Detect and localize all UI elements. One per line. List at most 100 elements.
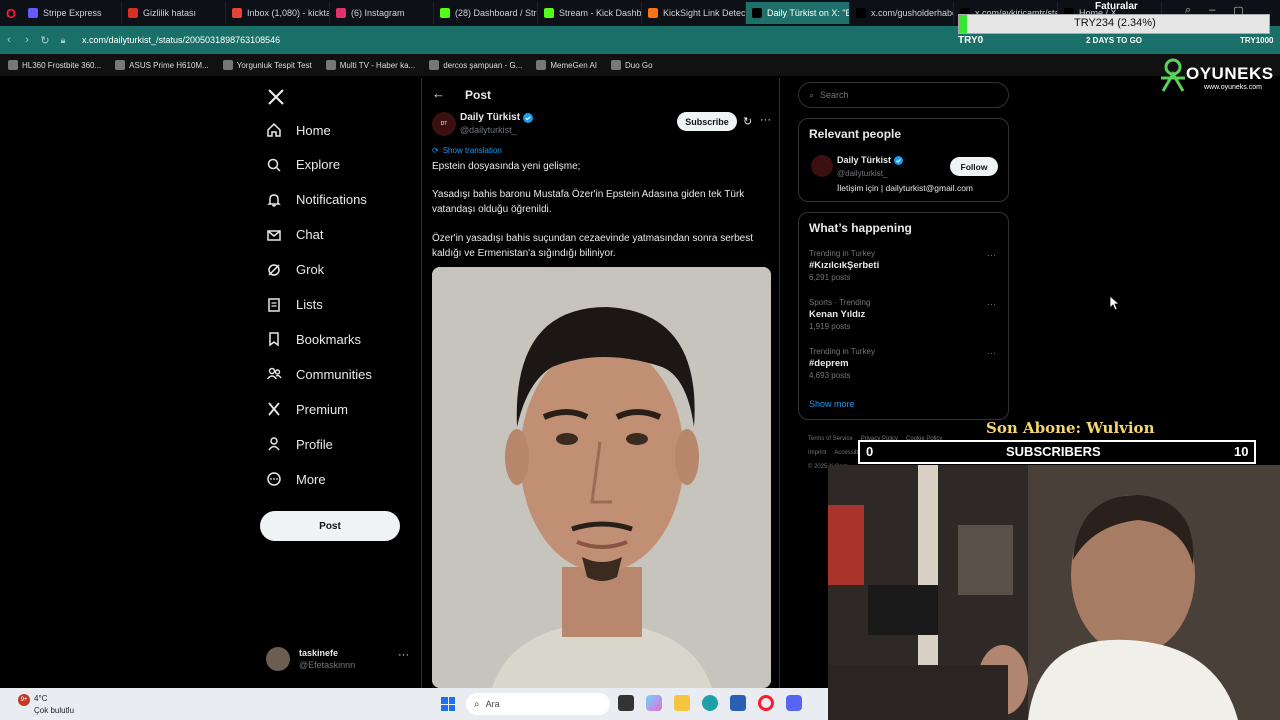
tab-favicon-icon	[856, 8, 866, 18]
goal-min-label: TRY0	[958, 35, 984, 46]
portrait-photo	[432, 267, 771, 688]
footer-link[interactable]: Terms of Service	[808, 432, 853, 446]
bookmark-item[interactable]: Yorgunluk Tespit Test	[222, 60, 312, 70]
goal-max-label: TRY1000	[1240, 36, 1274, 45]
browser-tab[interactable]: Stream - Kick Dashbo	[538, 2, 642, 24]
rp-name-row[interactable]: Daily Türkist	[837, 155, 904, 165]
start-button[interactable]	[441, 697, 455, 711]
browser-tab[interactable]: Stripe Express	[22, 2, 122, 24]
nav-item-explore[interactable]: Explore	[266, 157, 340, 173]
forward-icon[interactable]: ›	[18, 34, 36, 46]
nav-item-communities[interactable]: Communities	[266, 366, 372, 382]
copilot-icon[interactable]	[646, 695, 662, 711]
author-name-row[interactable]: Daily Türkist	[460, 112, 534, 123]
nav-item-grok[interactable]: Grok	[266, 262, 324, 278]
trend-count: 4,693 posts	[809, 371, 851, 380]
verified-badge-icon	[523, 112, 534, 123]
browser-tab[interactable]: Daily Türkist on X: "Epste	[746, 2, 850, 24]
webcam-feed	[828, 465, 1280, 720]
nav-item-label: Premium	[296, 401, 349, 417]
trend-item[interactable]: Trending in Turkey #deprem 4,693 posts	[809, 347, 875, 380]
browser-tab[interactable]: KickSight Link Detect	[642, 2, 746, 24]
nav-item-home[interactable]: Home	[266, 122, 331, 138]
weather-desc: Çok bulutlu	[34, 706, 75, 715]
post-image[interactable]	[432, 267, 771, 688]
bookmark-item[interactable]: MemeGen AI	[536, 60, 597, 70]
translate-label: Show translation	[442, 146, 502, 155]
grok-explain-icon[interactable]: ↻	[743, 115, 752, 128]
x-logo-icon[interactable]	[267, 88, 285, 106]
weather-icon: 9+	[18, 694, 30, 706]
nav-item-label: Communities	[296, 366, 372, 382]
task-view-icon[interactable]	[618, 695, 634, 711]
account-switcher[interactable]: taskinefe @Efetaskinnn ···	[266, 645, 416, 675]
bookmark-favicon-icon	[115, 60, 126, 70]
show-more-link[interactable]: Show more	[809, 399, 855, 409]
browser-tab[interactable]: Inbox (1,080) - kickta	[226, 2, 330, 24]
search-icon: ⌕	[474, 698, 480, 710]
url-field[interactable]: x.com/dailyturkist_/status/2005031898763…	[82, 35, 280, 45]
tab-label: x.com/gusholderhabe	[871, 8, 954, 18]
discord-icon[interactable]	[786, 695, 802, 711]
post-text-para-3: Özer'in yasadışı bahis suçundan cezaevin…	[432, 233, 753, 259]
bookmark-item[interactable]: dercos şampuan - G...	[429, 60, 522, 70]
edge-icon[interactable]	[702, 695, 718, 711]
tab-favicon-icon	[440, 8, 450, 18]
account-name: taskinefe	[299, 648, 339, 658]
nav-item-bookmarks[interactable]: Bookmarks	[266, 331, 361, 347]
subscribe-button[interactable]: Subscribe	[677, 112, 737, 131]
tab-favicon-icon	[336, 8, 346, 18]
file-explorer-icon[interactable]	[674, 695, 690, 711]
nav-item-lists[interactable]: Lists	[266, 297, 323, 313]
bookmark-item[interactable]: Duo Go	[611, 60, 653, 70]
translate-link[interactable]: ⟳ Show translation	[432, 146, 502, 155]
trend-item[interactable]: Trending in Turkey #KızılcıkŞerbeti 6,291 …	[809, 249, 879, 282]
opera-icon[interactable]	[758, 695, 774, 711]
search-input[interactable]: ⌕ Search	[798, 82, 1009, 108]
rp-handle: @dailyturkist_	[837, 169, 888, 178]
nav-item-premium[interactable]: Premium	[266, 401, 348, 417]
opera-logo-icon[interactable]: O	[0, 2, 22, 24]
mouse-cursor-icon	[1110, 296, 1120, 310]
bookmark-label: Duo Go	[625, 60, 653, 70]
verified-badge-icon	[894, 155, 904, 165]
account-handle: @Efetaskinnn	[299, 660, 356, 670]
bookmark-favicon-icon	[536, 60, 547, 70]
nav-item-notifications[interactable]: Notifications	[266, 192, 367, 208]
bookmark-item[interactable]: HL360 Frostbite 360...	[8, 60, 101, 70]
post-more-icon[interactable]: ···	[760, 114, 771, 126]
reload-icon[interactable]: ↻	[36, 34, 54, 47]
nav-item-chat[interactable]: Chat	[266, 227, 323, 243]
browser-tab[interactable]: x.com/gusholderhabe	[850, 2, 954, 24]
browser-tab[interactable]: Gizlilik hatası	[122, 2, 226, 24]
nav-item-profile[interactable]: Profile	[266, 436, 333, 452]
taskbar-search[interactable]: ⌕ Ara	[466, 693, 610, 715]
bookmark-item[interactable]: Multi TV - Haber ka...	[325, 60, 415, 70]
browser-tab[interactable]: (28) Dashboard / Stre	[434, 2, 538, 24]
trend-name: Kenan Yıldız	[809, 309, 866, 320]
post-button[interactable]: Post	[260, 511, 400, 541]
rp-avatar[interactable]	[811, 155, 833, 177]
nav-item-more[interactable]: More	[266, 471, 326, 487]
tab-label: Inbox (1,080) - kickta	[247, 8, 330, 18]
tab-label: Stream - Kick Dashbo	[559, 8, 642, 18]
bookmark-label: HL360 Frostbite 360...	[22, 60, 102, 70]
bookmark-item[interactable]: ASUS Prime H610M...	[115, 60, 209, 70]
footer-link[interactable]: Imprint	[808, 446, 826, 460]
weather-widget[interactable]: 9+ 4°C Çok bulutlu	[18, 692, 108, 718]
trend-more-icon[interactable]: ···	[987, 299, 996, 309]
back-arrow-icon[interactable]: ←	[432, 86, 445, 101]
browser-tab[interactable]: (6) Instagram	[330, 2, 434, 24]
trend-context: Sports · Trending	[809, 298, 871, 307]
back-icon[interactable]: ‹	[0, 34, 18, 46]
store-icon[interactable]	[730, 695, 746, 711]
rp-bio: İletişim için | dailyturkist@gmail.com	[837, 183, 974, 193]
author-avatar[interactable]: DT	[432, 112, 456, 136]
trend-more-icon[interactable]: ···	[987, 348, 996, 358]
bookmark-label: ASUS Prime H610M...	[129, 60, 209, 70]
trend-more-icon[interactable]: ···	[987, 250, 996, 260]
trend-item[interactable]: Sports · Trending Kenan Yıldız 1,919 posts	[809, 298, 870, 331]
account-more-icon[interactable]: ···	[398, 649, 409, 661]
nav-item-label: Bookmarks	[296, 331, 362, 347]
follow-button[interactable]: Follow	[950, 157, 998, 176]
